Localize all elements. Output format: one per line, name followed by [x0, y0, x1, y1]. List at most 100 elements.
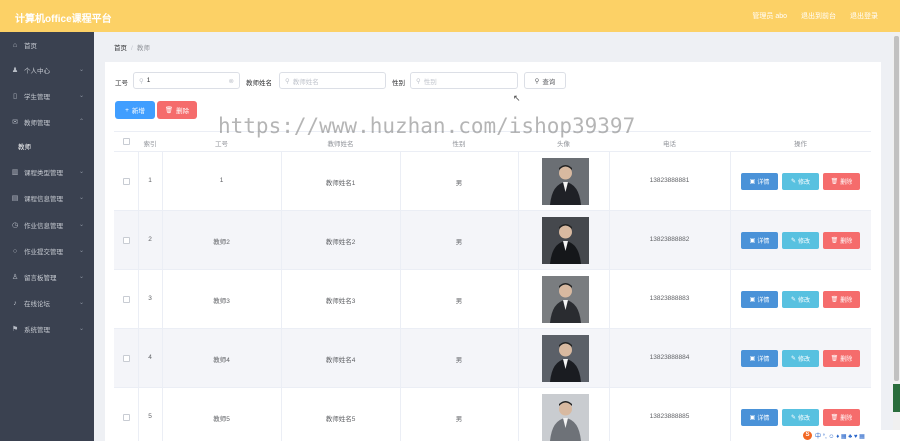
search-button-label: 查询 — [542, 78, 556, 86]
row-checkbox[interactable] — [123, 296, 130, 303]
logout-link[interactable]: 退出登录 — [850, 11, 878, 21]
column-divider — [730, 270, 731, 329]
gender-search-input[interactable]: ⚲ 性别 — [410, 72, 518, 89]
sidebar-item-label: 教师管理 — [24, 120, 50, 127]
detail-button[interactable]: ▣ 详情 — [741, 173, 778, 190]
trash-icon: 🗑 — [830, 356, 839, 362]
sidebar-item-home[interactable]: ⌂ 首页 — [0, 32, 94, 58]
sidebar-item-label: 作业提交管理 — [24, 249, 63, 256]
sidebar-item-label: 首页 — [24, 43, 37, 50]
person-photo-icon — [542, 217, 589, 264]
row-checkbox[interactable] — [123, 414, 130, 421]
detail-button[interactable]: ▣ 详情 — [741, 232, 778, 249]
sidebar-item-system[interactable]: ⚑ 系统管理 ⌄ — [0, 316, 94, 342]
id-search-input[interactable]: ⚲ 1 ⊗ — [133, 72, 240, 89]
sidebar-item-personal-center[interactable]: ♟ 个人中心 ⌄ — [0, 57, 94, 83]
select-all-checkbox[interactable] — [123, 138, 130, 145]
trash-icon: 🗑 — [830, 238, 839, 244]
breadcrumb-home[interactable]: 首页 — [114, 45, 127, 52]
edit-icon: ✎ — [790, 297, 796, 303]
cell-gender: 男 — [455, 357, 463, 364]
sidebar-item-course-types[interactable]: ▥ 课程类型管理 ⌄ — [0, 159, 94, 185]
trash-icon: 🗑 — [164, 107, 174, 114]
chevron-down-icon: ⌄ — [78, 300, 84, 306]
row-checkbox[interactable] — [123, 178, 130, 185]
chevron-down-icon: ⌄ — [78, 222, 84, 228]
breadcrumb-current: 教师 — [136, 45, 150, 52]
phone-icon: ▯ — [13, 93, 17, 100]
sidebar-item-label: 教师 — [18, 144, 31, 151]
detail-icon: ▣ — [749, 297, 756, 303]
detail-button[interactable]: ▣ 详情 — [741, 291, 778, 308]
clear-icon[interactable]: ⊗ — [229, 77, 234, 85]
name-search-input[interactable]: ⚲ 教师姓名 — [279, 72, 386, 89]
detail-button[interactable]: ▣ 详情 — [741, 409, 778, 426]
trash-icon: 🗑 — [830, 179, 839, 185]
delete-button[interactable]: 🗑 删除 — [823, 232, 860, 249]
person-photo-icon — [542, 158, 589, 205]
sidebar-item-homework-submit[interactable]: ○ 作业提交管理 ⌄ — [0, 238, 94, 264]
exit-to-frontend-link[interactable]: 退出到前台 — [801, 11, 836, 21]
sidebar-item-teachers[interactable]: ✉ 教师管理 ⌃ — [0, 109, 94, 135]
app-title: 计算机office课程平台 — [15, 14, 112, 25]
edit-button[interactable]: ✎ 修改 — [782, 173, 819, 190]
user-icon: ♟ — [11, 67, 19, 74]
flag-icon: ⚑ — [11, 326, 19, 333]
row-checkbox[interactable] — [123, 355, 130, 362]
column-divider — [518, 152, 519, 211]
header-name: 教师姓名 — [327, 141, 354, 148]
chevron-down-icon: ⌄ — [78, 274, 84, 280]
cell-gender: 男 — [455, 298, 463, 305]
cell-name: 教师姓名2 — [325, 239, 356, 246]
detail-button[interactable]: ▣ 详情 — [741, 350, 778, 367]
delete-button[interactable]: 🗑 删除 — [823, 350, 860, 367]
mic-icon: ♪ — [13, 299, 17, 307]
circle-icon: ○ — [12, 247, 18, 255]
row-checkbox[interactable] — [123, 237, 130, 244]
sidebar-item-homework-info[interactable]: ◷ 作业信息管理 ⌄ — [0, 212, 94, 238]
delete-button[interactable]: 🗑 删除 — [823, 173, 860, 190]
edit-button[interactable]: ✎ 修改 — [782, 232, 819, 249]
sidebar-item-label: 课程类型管理 — [24, 170, 63, 177]
detail-icon: ▣ — [749, 179, 756, 185]
chevron-down-icon: ⌄ — [78, 67, 84, 73]
sidebar-item-students[interactable]: ▯ 学生管理 ⌄ — [0, 83, 94, 109]
header-photo: 头像 — [557, 141, 570, 148]
cell-id: 1 — [219, 177, 224, 184]
sidebar-item-course-info[interactable]: ▤ 课程信息管理 ⌄ — [0, 185, 94, 211]
column-divider — [730, 329, 731, 388]
search-icon: ⚲ — [534, 77, 540, 85]
name-label: 教师姓名 — [246, 80, 272, 87]
delete-button[interactable]: 🗑 删除 — [823, 409, 860, 426]
admin-user-link[interactable]: 管理员 abo — [752, 11, 787, 21]
breadcrumb-separator: / — [131, 45, 133, 52]
scrollbar-thumb[interactable] — [894, 36, 899, 381]
edit-icon: ✎ — [790, 179, 796, 185]
edit-button[interactable]: ✎ 修改 — [782, 291, 819, 308]
watermark: https://www.huzhan.com/ishop39397 — [218, 114, 636, 138]
scrollbar[interactable] — [893, 32, 900, 441]
gender-placeholder: 性别 — [423, 78, 437, 86]
cell-phone: 13823888883 — [649, 295, 690, 302]
cell-index: 3 — [148, 295, 152, 302]
search-icon: ⚲ — [416, 77, 421, 85]
cell-gender: 男 — [455, 180, 463, 187]
edit-button[interactable]: ✎ 修改 — [782, 409, 819, 426]
cell-phone: 13823888882 — [649, 236, 690, 243]
delete-button-label: 删除 — [840, 357, 853, 363]
table-row: 2 教师2 教师姓名2 男 13823888882 ▣ 详情 ✎ 修改 🗑 删除 — [114, 211, 871, 270]
add-button[interactable]: + 新增 — [115, 101, 155, 119]
table-row: 4 教师4 教师姓名4 男 13823888884 ▣ 详情 ✎ 修改 🗑 删除 — [114, 329, 871, 388]
edit-button[interactable]: ✎ 修改 — [782, 350, 819, 367]
sidebar-subitem-teacher[interactable]: 教师 — [0, 133, 94, 159]
batch-delete-button[interactable]: 🗑 删除 — [157, 101, 197, 119]
search-button[interactable]: ⚲ 查询 — [524, 72, 566, 89]
edit-button-label: 修改 — [798, 239, 811, 245]
mouse-cursor-icon: ↖ — [513, 93, 521, 103]
delete-button[interactable]: 🗑 删除 — [823, 291, 860, 308]
sidebar-item-forum[interactable]: ♪ 在线论坛 ⌄ — [0, 290, 94, 316]
column-divider — [518, 211, 519, 270]
sidebar-item-message-board[interactable]: ♙ 留言板管理 ⌄ — [0, 264, 94, 290]
add-button-label: 新增 — [131, 108, 145, 115]
ime-toolbar: S 中 °, ☺ ♦ ▦ ♣ ♥ ▦ — [800, 430, 900, 441]
